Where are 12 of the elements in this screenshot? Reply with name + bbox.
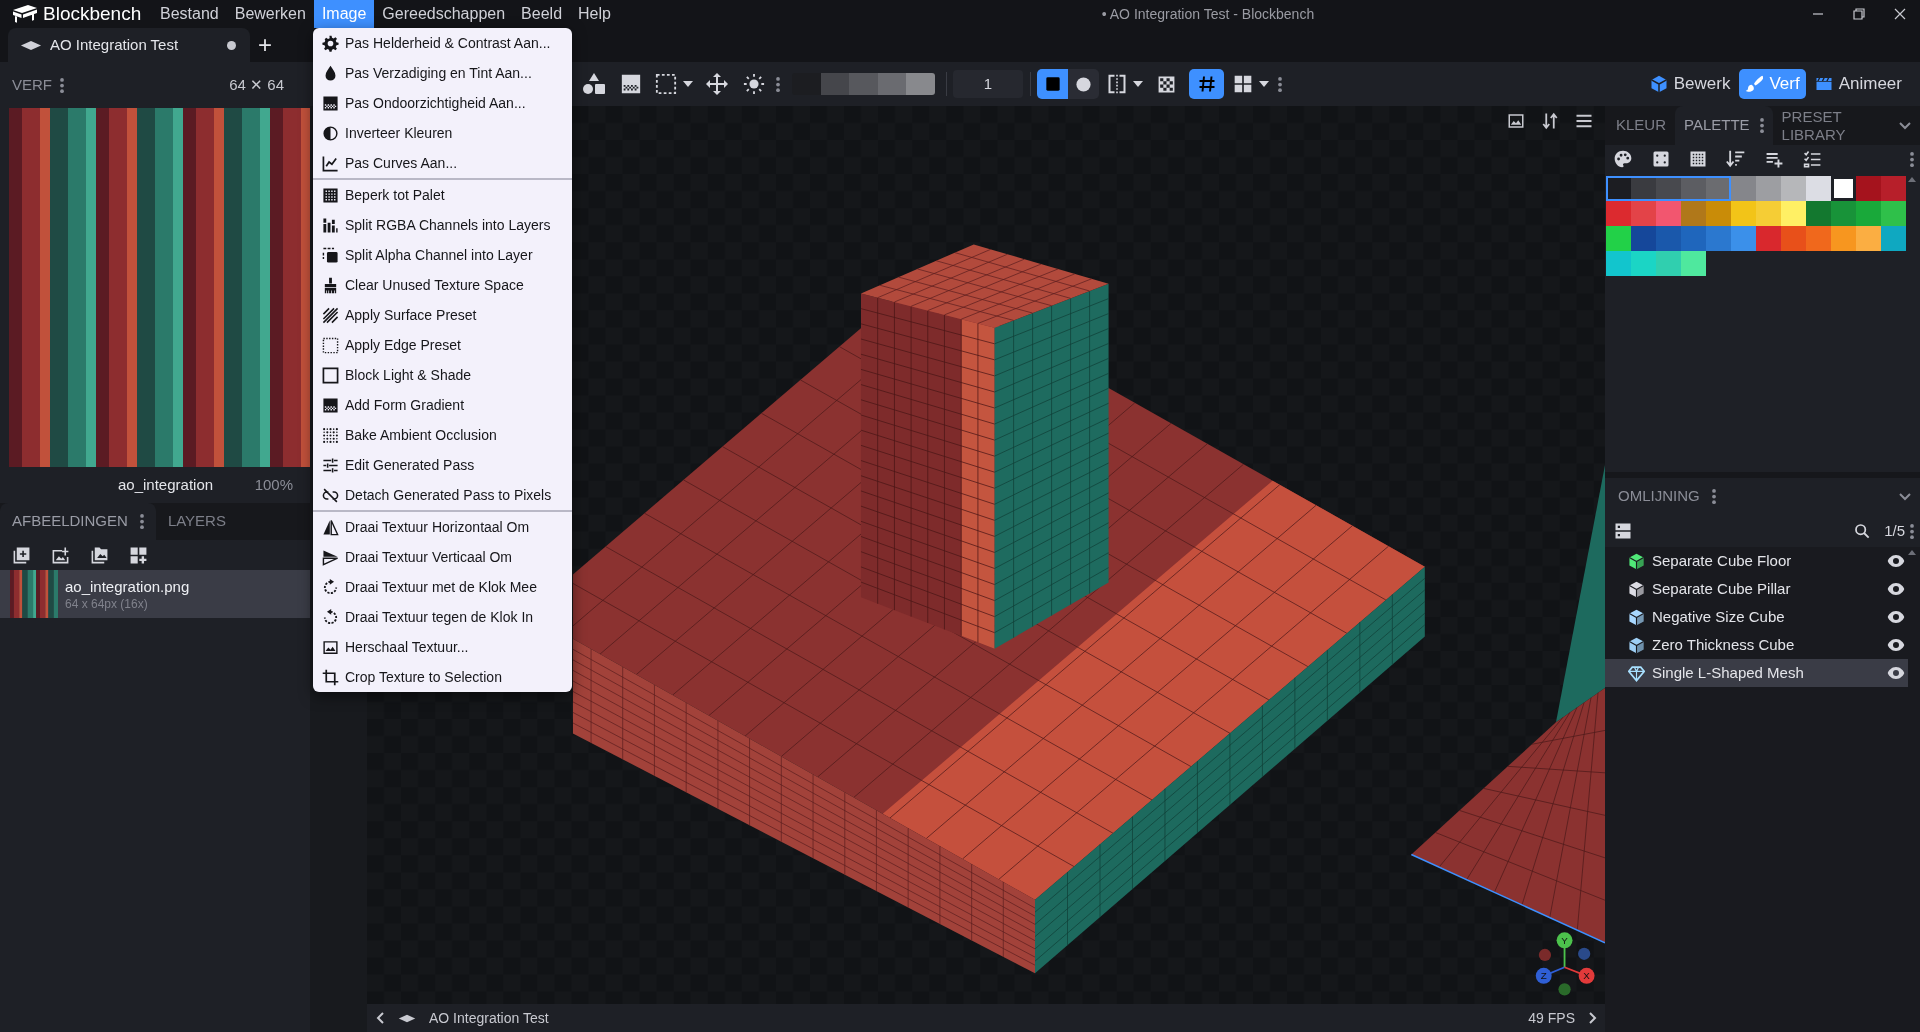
- texture-file-name: ao_integration.png: [65, 576, 190, 596]
- item-count: 1/5: [1884, 520, 1905, 541]
- fps-counter: 49 FPS: [1528, 1008, 1575, 1028]
- panel-title: VERF: [12, 74, 52, 95]
- window-title: • AO Integration Test - Blockbench: [1101, 4, 1315, 24]
- panel-title: OMLIJNING: [1618, 486, 1700, 507]
- project-name: AO Integration Test: [429, 1008, 549, 1028]
- texture-info: 64 x 64px (16x): [65, 595, 149, 612]
- texture-size: 64 ✕ 64: [229, 74, 284, 95]
- texture-name: ao_integration: [118, 474, 214, 495]
- zoom-level: 100%: [254, 474, 293, 495]
- app-name: Blockbench: [43, 3, 142, 25]
